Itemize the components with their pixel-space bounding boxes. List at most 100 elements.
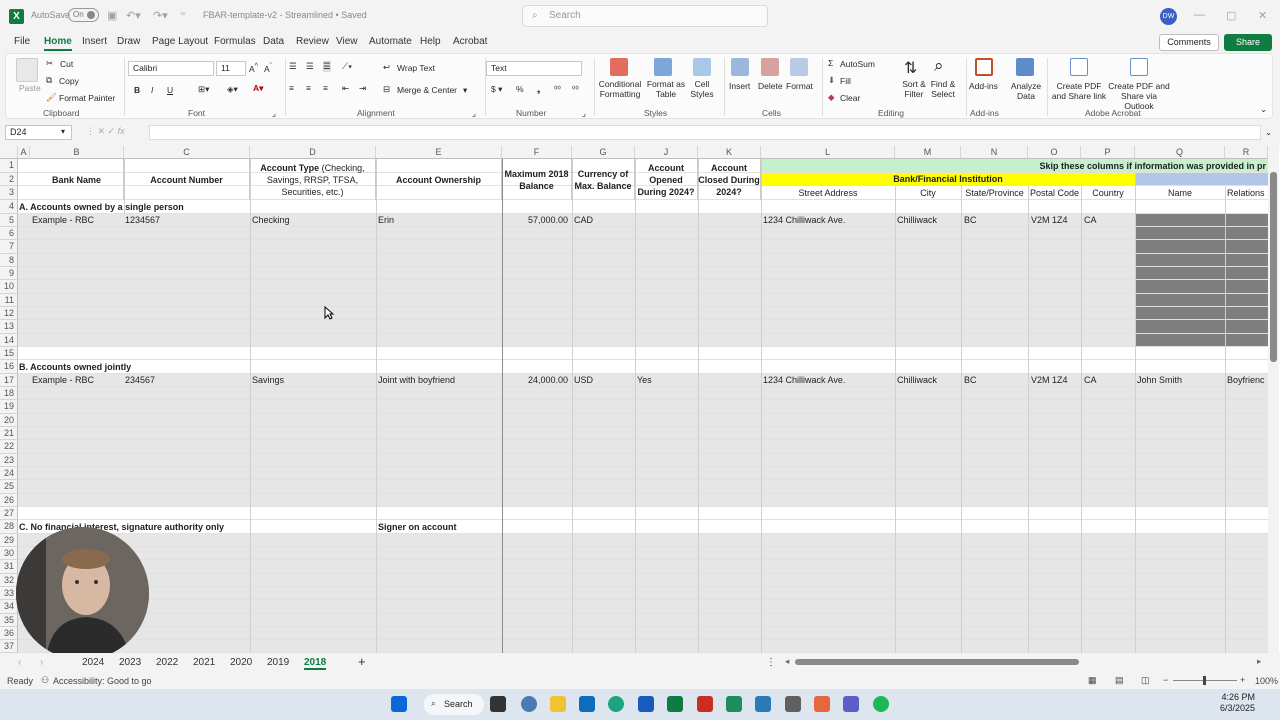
clear-icon[interactable]: ◆ — [828, 92, 835, 103]
decrease-font-icon[interactable]: Aˇ — [264, 62, 272, 74]
tab-review[interactable]: Review — [296, 36, 329, 47]
tab-help[interactable]: Help — [420, 36, 441, 47]
align-bottom-icon[interactable]: ☰ — [323, 61, 331, 72]
prev-sheet-icon[interactable]: ‹ — [18, 657, 21, 668]
cell-owner[interactable]: Joint with boyfriend — [378, 374, 455, 387]
redo-icon[interactable]: ↷▾ — [153, 9, 168, 22]
cell-relation[interactable]: Boyfrienc — [1227, 374, 1268, 387]
sheet-tab-2019[interactable]: 2019 — [267, 657, 289, 668]
cut-icon[interactable]: ✂ — [46, 58, 53, 69]
sheet-tab-2020[interactable]: 2020 — [230, 657, 252, 668]
increase-font-icon[interactable]: A^ — [249, 62, 258, 74]
tab-draw[interactable]: Draw — [117, 36, 140, 47]
zoom-out-icon[interactable]: − — [1163, 675, 1168, 685]
acrobat-icon[interactable] — [697, 696, 713, 712]
tab-formulas[interactable]: Formulas — [214, 36, 256, 47]
cell-city[interactable]: Chilliwack — [897, 374, 937, 387]
currency-icon[interactable]: $ ▾ — [491, 84, 502, 95]
column-header[interactable]: K — [698, 146, 761, 159]
font-name-select[interactable]: Calibri — [128, 61, 214, 76]
cell-bank[interactable]: Example - RBC — [32, 214, 94, 227]
pdf-outlook-icon[interactable] — [1130, 58, 1148, 76]
tab-insert[interactable]: Insert — [82, 36, 107, 47]
format-cells-button[interactable]: Format — [786, 81, 813, 91]
row-header[interactable]: 24 — [0, 467, 18, 480]
analyze-data-button[interactable]: Analyze Data — [1010, 81, 1042, 101]
column-header[interactable]: G — [572, 146, 635, 159]
app-icon[interactable] — [755, 696, 771, 712]
create-pdf-share-link-button[interactable]: Create PDF and Share link — [1051, 81, 1107, 101]
row-header[interactable]: 4 — [0, 200, 18, 214]
maximize-icon[interactable]: ▢ — [1226, 9, 1236, 22]
cell-balance[interactable]: 57,000.00 — [502, 214, 568, 227]
sheet-tab-2024[interactable]: 2024 — [82, 657, 104, 668]
calculator-icon[interactable] — [785, 696, 801, 712]
page-layout-view-icon[interactable]: ▤ — [1115, 675, 1124, 686]
fill-color-icon[interactable]: ◈▾ — [227, 84, 238, 95]
conditional-formatting-icon[interactable] — [610, 58, 628, 76]
cell-owner[interactable]: Erin — [378, 214, 394, 227]
close-icon[interactable]: ✕ — [1258, 9, 1267, 22]
number-dialog-launcher-icon[interactable]: ⌟ — [582, 108, 586, 119]
conditional-formatting-button[interactable]: Conditional Formatting — [597, 79, 643, 99]
row-header[interactable]: 17 — [0, 374, 18, 387]
borders-icon[interactable]: ⊞▾ — [198, 84, 209, 95]
row-header[interactable]: 1 — [0, 159, 18, 173]
cell-country[interactable]: CA — [1084, 374, 1097, 387]
save-icon[interactable]: ▣ — [107, 9, 117, 22]
scroll-left-icon[interactable]: ◂ — [785, 656, 789, 667]
row-header[interactable]: 37 — [0, 640, 18, 653]
comments-button[interactable]: Comments — [1159, 34, 1219, 51]
cell-state[interactable]: BC — [964, 214, 977, 227]
expand-formula-bar-icon[interactable]: ⌄ — [1265, 127, 1272, 138]
row-header[interactable]: 18 — [0, 387, 18, 400]
sheet-tab-2023[interactable]: 2023 — [119, 657, 141, 668]
row-header[interactable]: 20 — [0, 414, 18, 427]
customize-qat-icon[interactable]: ⁼ — [180, 9, 186, 22]
cell-signer[interactable]: Signer on account — [378, 521, 457, 534]
column-header[interactable]: B — [30, 146, 124, 159]
format-painter-button[interactable]: Format Painter — [59, 93, 115, 103]
italic-icon[interactable]: I — [151, 85, 153, 95]
row-header[interactable]: 10 — [0, 280, 18, 294]
next-sheet-icon[interactable]: › — [40, 657, 43, 668]
normal-view-icon[interactable]: ▦ — [1088, 675, 1097, 686]
teams-icon[interactable] — [843, 696, 859, 712]
column-header[interactable]: F — [502, 146, 572, 159]
row-header[interactable]: 14 — [0, 334, 18, 347]
autosave-toggle[interactable]: On — [68, 8, 99, 22]
decrease-indent-icon[interactable]: ⇤ — [342, 83, 349, 94]
analyze-data-icon[interactable] — [1016, 58, 1034, 76]
copy-icon[interactable]: ⧉ — [46, 75, 52, 86]
alignment-dialog-launcher-icon[interactable]: ⌟ — [472, 108, 476, 119]
cell-postal[interactable]: V2M 1Z4 — [1031, 374, 1068, 387]
align-center-icon[interactable]: ≡ — [306, 83, 311, 93]
cut-button[interactable]: Cut — [60, 59, 73, 69]
settings-icon[interactable] — [521, 696, 537, 712]
row-header[interactable]: 5 — [0, 214, 18, 227]
cell-street[interactable]: 1234 Chilliwack Ave. — [763, 374, 845, 387]
merge-center-button[interactable]: Merge & Center — [397, 85, 457, 95]
windows-start-icon[interactable] — [391, 696, 407, 712]
align-right-icon[interactable]: ≡ — [323, 83, 328, 93]
formula-input[interactable] — [149, 125, 1261, 140]
column-header[interactable]: M — [895, 146, 961, 159]
format-cells-icon[interactable] — [790, 58, 808, 76]
column-header[interactable]: C — [124, 146, 250, 159]
zoom-in-icon[interactable]: + — [1240, 675, 1245, 685]
create-pdf-outlook-button[interactable]: Create PDF and Share via Outlook — [1106, 81, 1172, 111]
paste-icon[interactable] — [16, 58, 38, 82]
format-as-table-button[interactable]: Format as Table — [646, 79, 686, 99]
wrap-text-icon[interactable]: ↩ — [383, 62, 390, 73]
cell-name[interactable]: John Smith — [1137, 374, 1182, 387]
add-sheet-icon[interactable]: + — [358, 654, 366, 669]
delete-cells-icon[interactable] — [761, 58, 779, 76]
tab-view[interactable]: View — [336, 36, 358, 47]
accessibility-icon[interactable]: ⚇ — [41, 675, 49, 686]
row-header[interactable]: 21 — [0, 427, 18, 440]
row-header[interactable]: 3 — [0, 186, 18, 200]
row-header[interactable]: 35 — [0, 614, 18, 627]
format-as-table-icon[interactable] — [654, 58, 672, 76]
clock[interactable]: 4:26 PM 6/3/2025 — [1220, 692, 1255, 714]
comma-style-icon[interactable]: ❟ — [537, 84, 540, 95]
